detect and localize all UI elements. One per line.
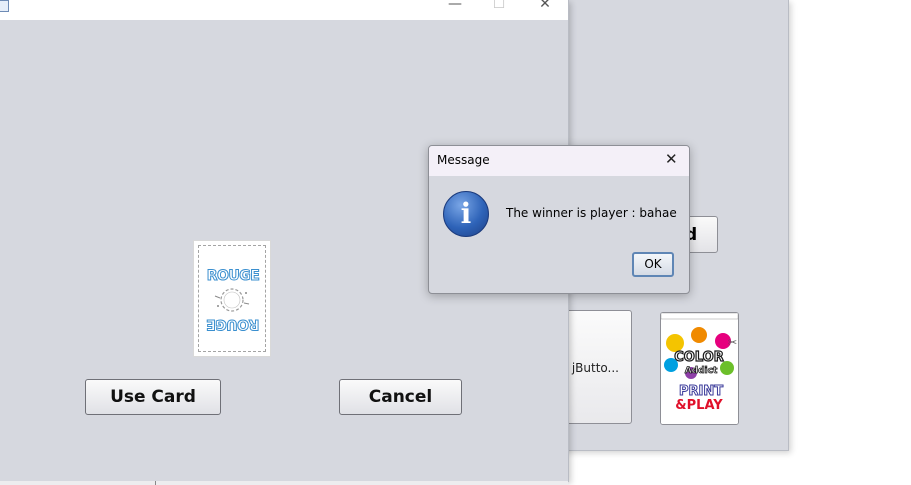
dialog-titlebar: Message ✕ <box>429 146 689 176</box>
message-dialog: Message ✕ i The winner is player : bahae… <box>428 145 690 294</box>
use-card-button[interactable]: Use Card <box>85 379 221 415</box>
card-art-line4: &PLAY <box>675 398 723 413</box>
card-bottom-label: ROUGE <box>206 316 260 333</box>
card-top-label: ROUGE <box>206 268 260 285</box>
close-button[interactable]: ✕ <box>530 0 560 18</box>
card-image[interactable]: ROUGE ROUGE <box>193 240 271 357</box>
card-dashed-border: ROUGE ROUGE <box>198 245 266 352</box>
dialog-close-icon[interactable]: ✕ <box>665 150 678 168</box>
app-icon <box>0 0 9 12</box>
splash-icon <box>214 288 250 312</box>
maximize-button[interactable]: ☐ <box>484 0 514 18</box>
ok-button[interactable]: OK <box>632 252 674 277</box>
card-art-line2: Addict <box>685 366 718 376</box>
dialog-title: Message <box>437 153 490 167</box>
scissors-icon: ✂ <box>728 336 738 349</box>
main-titlebar: — ☐ ✕ <box>0 0 568 20</box>
background-jbutton[interactable]: jButto... <box>566 310 632 424</box>
color-addict-card-art: COLOR Addict PRINT &PLAY <box>661 313 738 424</box>
card-art-line1: COLOR <box>674 350 723 365</box>
minimize-button[interactable]: — <box>440 0 470 18</box>
taskbar-divider <box>155 481 156 485</box>
dialog-message: The winner is player : bahae <box>506 206 677 220</box>
background-card-button[interactable]: COLOR Addict PRINT &PLAY <box>660 312 739 425</box>
taskbar-edge <box>0 481 568 485</box>
card-art-line3: PRINT <box>679 384 723 399</box>
info-icon: i <box>443 191 489 237</box>
cancel-button[interactable]: Cancel <box>339 379 462 415</box>
